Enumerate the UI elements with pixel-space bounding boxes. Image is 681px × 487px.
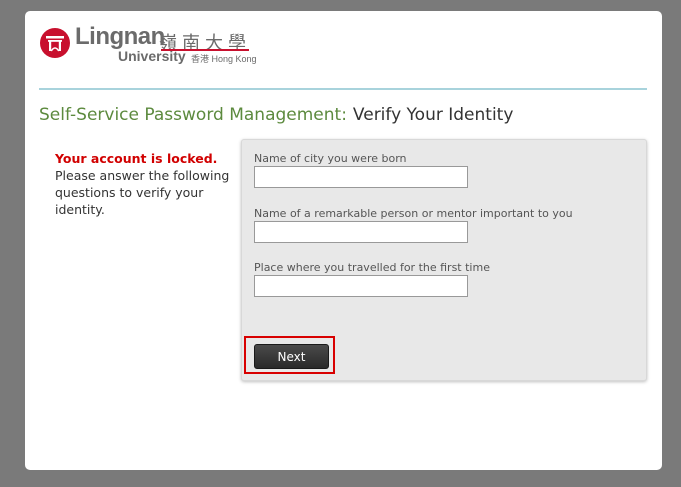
page-title: Self-Service Password Management: Verify … [39,105,513,125]
answer-input-mentor[interactable] [254,221,468,243]
main-card: Lingnan 嶺南大學 University 香港 Hong Kong Sel… [25,11,662,470]
lingnan-logo[interactable]: Lingnan 嶺南大學 University 香港 Hong Kong [39,23,269,65]
lingnan-emblem-icon [40,28,70,58]
section-title: Self-Service Password Management: [39,105,347,125]
lock-message: Your account is locked. Please answer th… [55,150,235,218]
page-subtitle: Verify Your Identity [352,105,514,125]
logo-location: 香港 Hong Kong [191,52,257,65]
answer-input-travel[interactable] [254,275,468,297]
logo-name-en: Lingnan [75,23,165,50]
next-button-highlight: Next [244,336,335,374]
next-button[interactable]: Next [254,344,329,369]
instructions-text: Please answer the following questions to… [55,168,230,217]
header-divider [39,88,647,90]
security-questions-form: Name of city you were born Name of a rem… [241,139,647,381]
logo-university: University [118,48,186,64]
logo-location-cn: 香港 [191,54,210,64]
logo-location-en: Hong Kong [211,54,257,64]
answer-input-city[interactable] [254,166,468,188]
question-label-mentor: Name of a remarkable person or mentor im… [254,207,573,220]
question-label-city: Name of city you were born [254,152,407,165]
question-label-travel: Place where you travelled for the first … [254,261,490,274]
locked-notice: Your account is locked. [55,151,218,166]
